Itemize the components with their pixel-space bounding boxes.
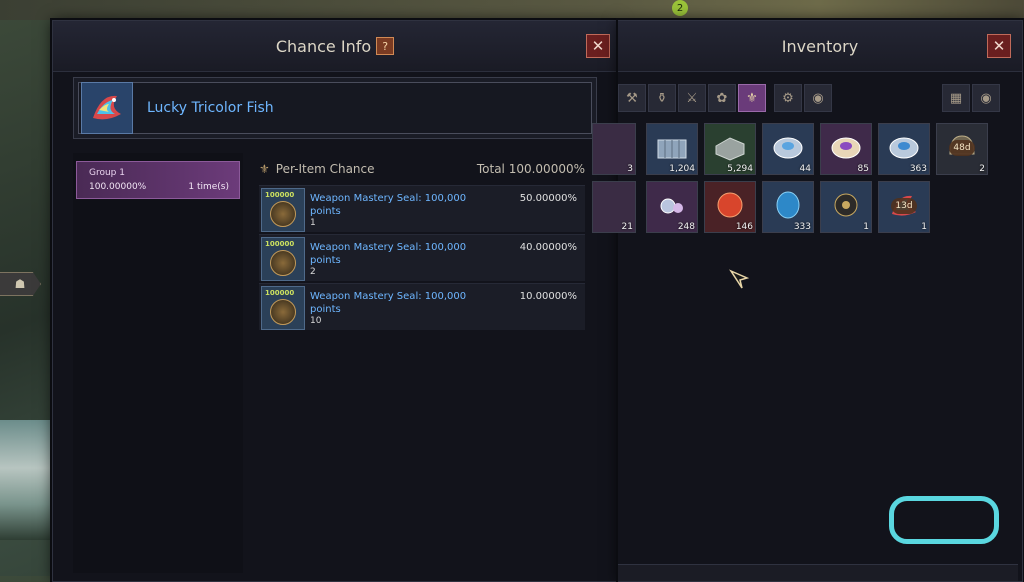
game-world-water [0,420,60,540]
duration-badge: 48d [949,140,975,156]
mastery-seal-icon: 100000 [261,237,305,281]
chance-row[interactable]: 100000 Weapon Mastery Seal: 100,000 poin… [259,234,585,281]
help-icon[interactable]: ? [376,37,395,55]
inventory-header: Inventory [618,21,1022,72]
inventory-close-button[interactable]: ✕ [987,34,1011,58]
coins-icon[interactable]: ◉ [804,84,832,112]
helmet-slot[interactable]: 48d 2 [936,123,988,175]
tricolor-fish-slot[interactable]: 13d 1 [878,181,930,233]
iron-crate-slot[interactable]: 1,204 [646,123,698,175]
item-name: Lucky Tricolor Fish [147,100,274,116]
blue-orb-slot[interactable]: 333 [762,181,814,233]
mastery-seal-icon: 100000 [261,286,305,330]
per-item-chance-header: ⚜ Per-Item Chance Total 100.00000% [259,159,585,179]
dark-orb-slot[interactable]: 1 [820,181,872,233]
group-list: Group 1 100.00000% 1 time(s) [73,153,243,573]
partial-gem-slot[interactable]: 21 [592,181,636,233]
anvil-icon[interactable]: ⚔ [678,84,706,112]
red-orb-slot[interactable]: 146 [704,181,756,233]
side-menu-toggle[interactable]: ☗ [0,272,41,296]
row-item-name: Weapon Mastery Seal: 100,000 points [310,193,467,217]
people-icon: ☗ [14,277,26,291]
stone-block-slot[interactable]: 5,294 [704,123,756,175]
group-times: 1 time(s) [188,182,229,192]
game-world-top [0,0,1024,20]
row-percent: 50.00000% [519,193,577,204]
duration-badge: 13d [891,198,917,214]
chance-info-header: Chance Info ? [53,21,617,72]
tricolor-fish-icon [81,82,133,134]
chance-row[interactable]: 100000 Weapon Mastery Seal: 100,000 poin… [259,283,585,330]
row-item-name: Weapon Mastery Seal: 100,000 points [310,242,467,266]
row-percent: 10.00000% [519,291,577,302]
hud-level-badge[interactable]: 2 [672,0,688,16]
chance-row[interactable]: 100000 Weapon Mastery Seal: 100,000 poin… [259,185,585,232]
cursor-icon [729,269,750,289]
chance-info-panel: Chance Info ? ✕ Lucky Tricolor Fish Grou… [52,20,618,582]
row-quantity: 10 [310,316,322,326]
highlight-ring [889,496,999,544]
chance-info-close-button[interactable]: ✕ [586,34,610,58]
group-item[interactable]: Group 1 100.00000% 1 time(s) [76,161,240,199]
bag-icon[interactable]: ⚜ [738,84,766,112]
grid-view-icon[interactable]: ▦ [942,84,970,112]
row-quantity: 2 [310,267,316,277]
chance-info-title: Chance Info [275,36,372,56]
row-quantity: 1 [310,218,316,228]
partial-item-slot[interactable]: 3 [592,123,636,175]
herb-icon[interactable]: ✿ [708,84,736,112]
group-percent: 100.00000% [89,182,147,192]
inventory-tabs: ⚒ ⚱ ⚔ ✿ ⚜ ⚙ ◉ ▦ ◉ [618,83,1018,113]
inventory-title: Inventory [781,36,859,56]
blue-chest-slot[interactable]: 363 [878,123,930,175]
row-percent: 40.00000% [519,242,577,253]
purple-chest-slot[interactable]: 85 [820,123,872,175]
group-title: Group 1 [89,168,125,178]
hammer-icon[interactable]: ⚒ [618,84,646,112]
selected-item-box: Lucky Tricolor Fish [73,77,597,139]
crystal-chest-slot[interactable]: 44 [762,123,814,175]
mastery-seal-icon: 100000 [261,188,305,232]
pouch-icon[interactable]: ⚱ [648,84,676,112]
fleur-icon: ⚜ [259,162,270,176]
row-item-name: Weapon Mastery Seal: 100,000 points [310,291,467,315]
gear-icon[interactable]: ⚙ [774,84,802,112]
inventory-footer [618,564,1018,581]
jewel-slot[interactable]: 248 [646,181,698,233]
eye-icon[interactable]: ◉ [972,84,1000,112]
total-chance-label: Total 100.00000% [476,162,585,176]
per-item-chance-label: Per-Item Chance [275,162,375,176]
